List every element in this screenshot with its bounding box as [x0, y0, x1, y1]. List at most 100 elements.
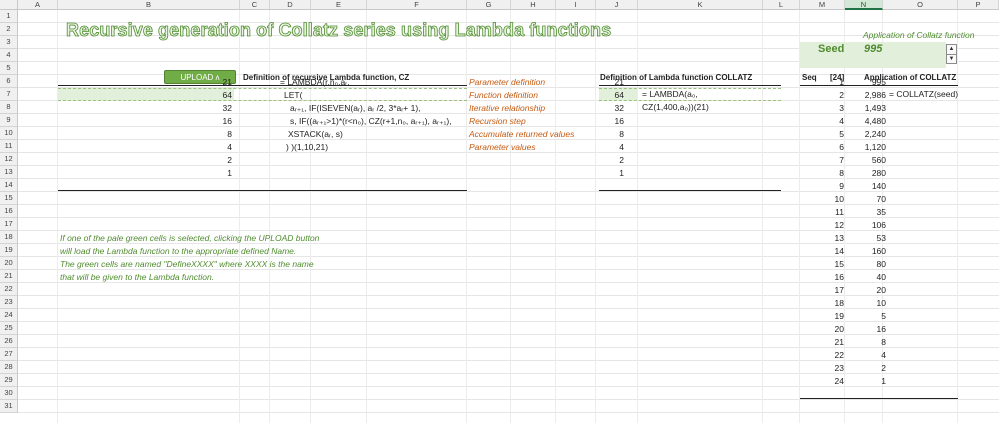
row-header-5[interactable]: 5 [0, 62, 18, 75]
row-header-13[interactable]: 13 [0, 166, 18, 179]
column-gridline [637, 10, 638, 423]
row-header-22[interactable]: 22 [0, 283, 18, 296]
application-value-cell: 5 [881, 311, 886, 321]
column-header-l[interactable]: L [763, 0, 800, 10]
column-header-n[interactable]: N [845, 0, 883, 10]
application-bottom-rule [800, 398, 958, 399]
cz-value-cell: 16 [222, 116, 232, 126]
column-header-m[interactable]: M [800, 0, 845, 10]
row-header-9[interactable]: 9 [0, 114, 18, 127]
cz-formula-line: XSTACK(aᵣ, s) [288, 129, 343, 139]
column-header-p[interactable]: P [958, 0, 999, 10]
row-header-17[interactable]: 17 [0, 218, 18, 231]
row-header-29[interactable]: 29 [0, 374, 18, 387]
row-header-6[interactable]: 6 [0, 75, 18, 88]
column-header-h[interactable]: H [511, 0, 556, 10]
help-text-line: that will be given to the Lambda functio… [60, 272, 215, 282]
row-header-27[interactable]: 27 [0, 348, 18, 361]
seed-spinner[interactable]: ▲ ▼ [946, 44, 957, 64]
cz-note: Parameter values [469, 142, 536, 152]
application-seq-cell: 5 [839, 129, 844, 139]
column-header-d[interactable]: D [270, 0, 311, 10]
column-header-e[interactable]: E [311, 0, 367, 10]
row-header-26[interactable]: 26 [0, 335, 18, 348]
cz-note: Accumulate returned values [469, 129, 575, 139]
collatz-bottom-rule [599, 190, 781, 191]
row-header-11[interactable]: 11 [0, 140, 18, 153]
application-seq-cell: 22 [834, 350, 844, 360]
application-value-cell: 560 [871, 155, 886, 165]
column-header-a[interactable]: A [18, 0, 58, 10]
row-header-10[interactable]: 10 [0, 127, 18, 140]
column-header-f[interactable]: F [367, 0, 467, 10]
application-value-cell: 1 [881, 376, 886, 386]
application-value-cell: 995 [871, 77, 886, 87]
application-value-cell: 4,480 [864, 116, 886, 126]
column-header-b[interactable]: B [58, 0, 240, 10]
application-seq-cell: 15 [834, 259, 844, 269]
column-header-j[interactable]: J [596, 0, 638, 10]
application-seq-cell: 1 [839, 77, 844, 87]
column-gridline [269, 10, 270, 423]
application-value-cell: 53 [876, 233, 886, 243]
row-header-20[interactable]: 20 [0, 257, 18, 270]
row-header-21[interactable]: 21 [0, 270, 18, 283]
application-seq-cell: 2 [839, 90, 844, 100]
application-seq-cell: 24 [834, 376, 844, 386]
select-all-corner[interactable] [0, 0, 18, 10]
cz-value-cell: 64 [222, 90, 232, 100]
application-value-cell: 16 [876, 324, 886, 334]
column-gridline [57, 10, 58, 423]
row-header-2[interactable]: 2 [0, 23, 18, 36]
column-header-i[interactable]: I [556, 0, 596, 10]
application-seq-cell: 6 [839, 142, 844, 152]
collatz-value-cell: 32 [614, 103, 624, 113]
application-seq-cell: 16 [834, 272, 844, 282]
application-value-cell: 280 [871, 168, 886, 178]
seed-value[interactable]: 995 [864, 43, 882, 55]
column-gridline [466, 10, 467, 423]
cz-value-cell: 4 [227, 142, 232, 152]
collatz-value-cell: 21 [614, 77, 624, 87]
column-gridline [239, 10, 240, 423]
application-seq-cell: 19 [834, 311, 844, 321]
column-header-g[interactable]: G [467, 0, 511, 10]
application-seq-cell: 7 [839, 155, 844, 165]
row-header-23[interactable]: 23 [0, 296, 18, 309]
row-header-19[interactable]: 19 [0, 244, 18, 257]
row-header-12[interactable]: 12 [0, 153, 18, 166]
row-header-30[interactable]: 30 [0, 387, 18, 400]
column-header-c[interactable]: C [240, 0, 270, 10]
collatz-value-cell: 4 [619, 142, 624, 152]
collatz-value-cell: 1 [619, 168, 624, 178]
column-header-k[interactable]: K [638, 0, 763, 10]
application-value-cell: 4 [881, 350, 886, 360]
column-header-o[interactable]: O [883, 0, 958, 10]
cz-note: Parameter definition [469, 77, 546, 87]
row-header-28[interactable]: 28 [0, 361, 18, 374]
help-text-line: The green cells are named "DefineXXXX" w… [60, 259, 314, 269]
row-header-18[interactable]: 18 [0, 231, 18, 244]
row-header-3[interactable]: 3 [0, 36, 18, 49]
spin-up-icon[interactable]: ▲ [947, 45, 956, 55]
row-header-31[interactable]: 31 [0, 400, 18, 413]
row-header-15[interactable]: 15 [0, 192, 18, 205]
row-header-1[interactable]: 1 [0, 10, 18, 23]
row-header-8[interactable]: 8 [0, 101, 18, 114]
application-value-cell: 35 [876, 207, 886, 217]
help-text-line: If one of the pale green cells is select… [60, 233, 320, 243]
row-header-14[interactable]: 14 [0, 179, 18, 192]
row-header-25[interactable]: 25 [0, 322, 18, 335]
row-header-4[interactable]: 4 [0, 49, 18, 62]
cz-formula-line: = LAMBDA(r,n₀,aᵣ, [280, 77, 350, 87]
collatz-formula-line-2: CZ(1,400,a₀))(21) [642, 102, 709, 112]
row-header-24[interactable]: 24 [0, 309, 18, 322]
application-value-cell: 2,240 [864, 129, 886, 139]
cz-value-cell: 21 [222, 77, 232, 87]
spin-down-icon[interactable]: ▼ [947, 55, 956, 64]
row-header-16[interactable]: 16 [0, 205, 18, 218]
cz-value-cell: 2 [227, 155, 232, 165]
application-value-cell: 1,120 [864, 142, 886, 152]
collatz-value-cell: 64 [614, 90, 624, 100]
row-header-7[interactable]: 7 [0, 88, 18, 101]
